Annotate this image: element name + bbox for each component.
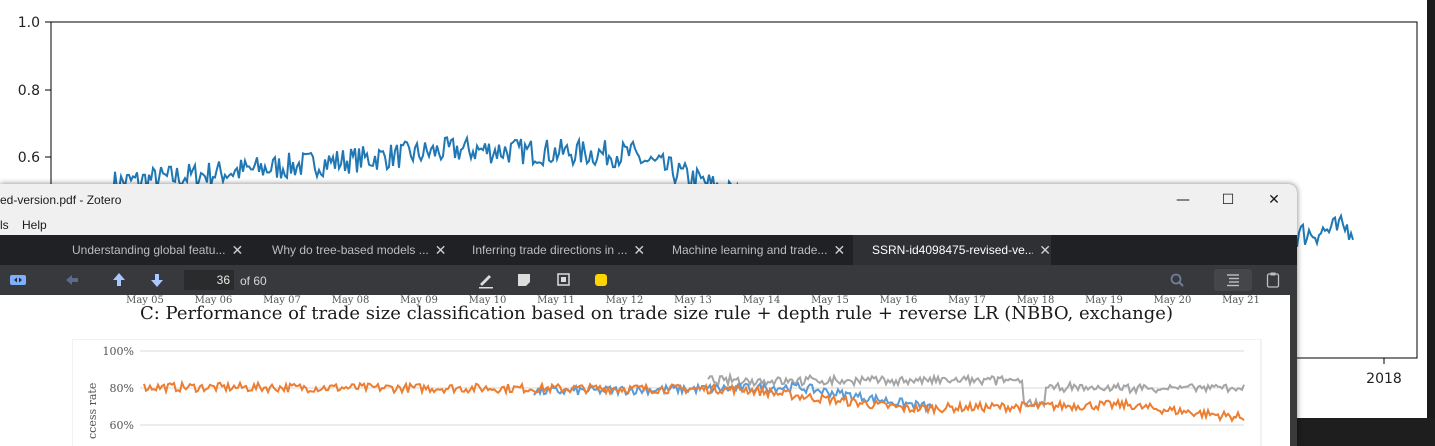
tab-label: Understanding global featu...: [72, 243, 226, 257]
y-tick-label: 1.0: [18, 15, 40, 31]
title-bar[interactable]: ed-version.pdf - Zotero — ☐ ✕: [0, 184, 1297, 215]
notes-pane-icon[interactable]: [1264, 271, 1282, 289]
zotero-window: ed-version.pdf - Zotero — ☐ ✕ ls Help Un…: [0, 184, 1297, 446]
y-tick-label: 100%: [103, 345, 134, 358]
page-total: of 60: [240, 274, 267, 288]
y-tick-label: 80%: [110, 382, 134, 395]
note-icon[interactable]: [515, 271, 533, 289]
y-tick-label: 0.8: [18, 83, 40, 99]
tab-close-icon[interactable]: ✕: [633, 242, 645, 259]
minimize-button[interactable]: —: [1160, 184, 1206, 215]
success-rate-chart: 100% 80% 60% ccess rate: [72, 339, 1262, 446]
tab-understanding-global-features[interactable]: Understanding global featu... ✕: [55, 235, 253, 265]
area-select-icon[interactable]: [555, 271, 573, 289]
reader-scroll-gutter: [1290, 295, 1297, 446]
figure-panel-heading: C: Performance of trade size classificat…: [140, 303, 1173, 324]
down-arrow-icon[interactable]: [148, 271, 166, 289]
back-arrow-icon[interactable]: [63, 271, 81, 289]
tab-label: SSRN-id4098475-revised-ve...: [872, 243, 1034, 257]
sidebar-toggle-icon[interactable]: [9, 271, 27, 289]
tab-inferring-trade-directions[interactable]: Inferring trade directions in ... ✕: [455, 235, 653, 265]
outline-icon[interactable]: [1214, 269, 1252, 291]
menu-help[interactable]: Help: [22, 218, 47, 232]
search-icon[interactable]: [1168, 271, 1186, 289]
y-axis-label: ccess rate: [86, 383, 99, 439]
tab-machine-learning-trade[interactable]: Machine learning and trade... ✕: [655, 235, 853, 265]
tab-why-tree-based-models[interactable]: Why do tree-based models ... ✕: [255, 235, 453, 265]
desktop-background: [1290, 418, 1435, 446]
y-tick-label: 0.6: [18, 150, 40, 166]
tab-label: Inferring trade directions in ...: [472, 243, 628, 257]
menu-tools[interactable]: ls: [0, 218, 9, 232]
highlight-color-icon[interactable]: [592, 271, 610, 289]
x-tick-label: 2018: [1366, 371, 1402, 387]
pdf-page-view[interactable]: May 05 May 06 May 07 May 08 May 09 May 10 May …: [0, 295, 1290, 446]
menu-bar: ls Help: [0, 215, 1297, 235]
tab-label: Why do tree-based models ...: [272, 243, 429, 257]
maximize-button[interactable]: ☐: [1205, 184, 1251, 215]
tab-close-icon[interactable]: ✕: [231, 242, 243, 259]
x-tick-label: May 21: [1222, 295, 1260, 306]
tab-bar: Understanding global featu... ✕ Why do t…: [0, 235, 1297, 265]
y-tick-label: 60%: [110, 419, 134, 432]
tab-close-icon[interactable]: ✕: [435, 242, 447, 259]
tab-label: Machine learning and trade...: [672, 243, 828, 257]
tab-ssrn-revised-version[interactable]: SSRN-id4098475-revised-ve... ✕: [853, 235, 1051, 265]
pen-icon[interactable]: [477, 271, 495, 289]
tab-close-icon[interactable]: ✕: [1039, 242, 1051, 259]
page-number-input[interactable]: [184, 270, 234, 290]
window-title: ed-version.pdf - Zotero: [0, 193, 122, 207]
close-button[interactable]: ✕: [1251, 184, 1297, 215]
up-arrow-icon[interactable]: [110, 271, 128, 289]
tab-close-icon[interactable]: ✕: [833, 242, 845, 259]
